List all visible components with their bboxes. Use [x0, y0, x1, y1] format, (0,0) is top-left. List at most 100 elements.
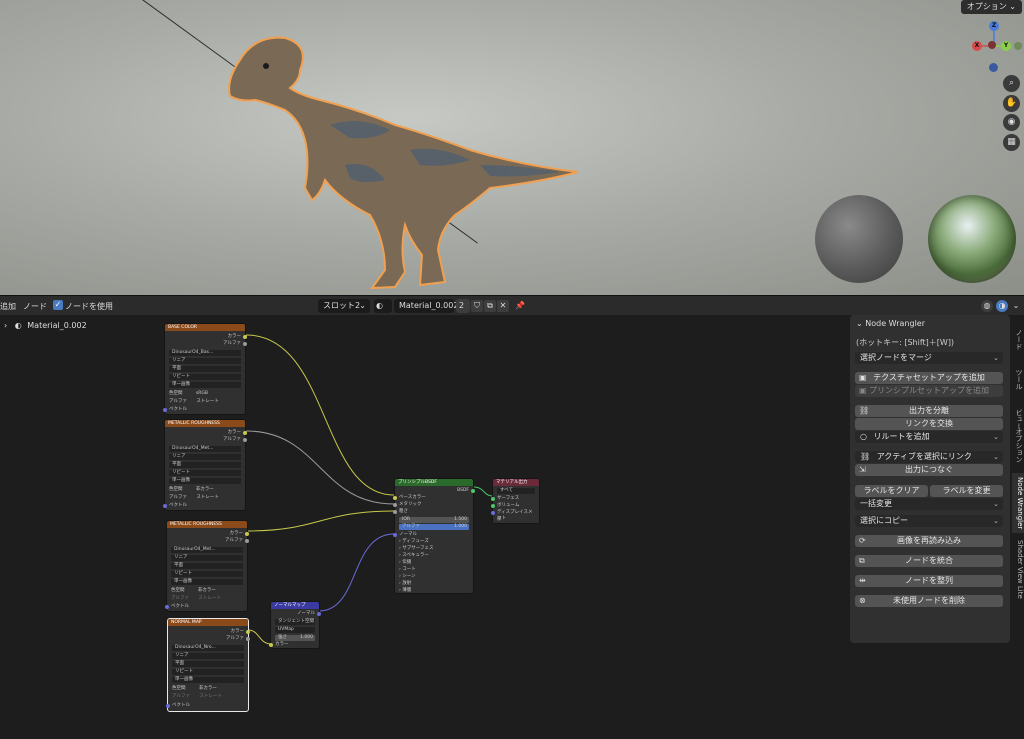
image-selector[interactable]: DinosaurO4_Met... — [171, 547, 243, 553]
node-header[interactable]: ノーマルマップ — [271, 602, 319, 609]
socket-color-out[interactable] — [245, 532, 249, 536]
image-selector[interactable]: DinosaurO4_Bas... — [169, 350, 241, 356]
image-texture-node-metallic[interactable]: METALLIC ROUGHNESS カラー アルファ DinosaurO4_M… — [163, 419, 247, 511]
3d-viewport[interactable]: オプション ⌄ Z X Y ⌕ ✋ ◉ ▦ — [0, 0, 1024, 295]
panel-emission[interactable]: › 放射 — [399, 581, 469, 587]
ortho-grid-icon[interactable]: ▦ — [1003, 134, 1020, 151]
alpha-mode-row[interactable]: アルファ ストレート — [169, 495, 241, 501]
interpolation-dropdown[interactable]: リニア — [169, 358, 241, 364]
node-header[interactable]: NORMAL MAP — [168, 619, 248, 626]
navigation-gizmo[interactable]: Z X Y — [968, 18, 1024, 76]
swap-links-button[interactable]: リンクを交換 — [855, 418, 1003, 430]
pan-hand-icon[interactable]: ✋ — [1003, 95, 1020, 112]
socket-alpha-out[interactable] — [243, 438, 247, 442]
alpha-mode-row[interactable]: アルファ ストレート — [169, 399, 241, 405]
material-output-node[interactable]: マテリアル出力 すべて サーフェス ボリューム ディスプレイスメント 厚 — [491, 478, 540, 524]
socket-color-out[interactable] — [243, 431, 247, 435]
copy-to-selected-dropdown[interactable]: 選択にコピー ⌄ — [855, 515, 1003, 527]
gizmo-negative-z[interactable] — [989, 63, 998, 72]
overlay-toggle-icon[interactable]: ◍ — [981, 300, 993, 312]
socket-base-color-in[interactable] — [393, 496, 397, 500]
source-dropdown[interactable]: 単一画像 — [169, 478, 241, 484]
add-reroute-dropdown[interactable]: ○ リルートを追加 ⌄ — [855, 431, 1003, 443]
interpolation-dropdown[interactable]: リニア — [169, 454, 241, 460]
chevron-down-icon[interactable]: ⌄ — [1010, 300, 1022, 312]
reload-images-button[interactable]: ⟳ 画像を再読み込み — [855, 535, 1003, 547]
image-texture-node-normal[interactable]: NORMAL MAP カラー アルファ DinosaurO4_Nro... リニ… — [166, 618, 250, 712]
socket-vector-in[interactable] — [165, 605, 169, 609]
slot-dropdown[interactable]: スロット2 ⌄ — [318, 299, 370, 313]
tab-options[interactable]: オプション — [1012, 421, 1024, 469]
socket-alpha-out[interactable] — [245, 539, 249, 543]
menu-node[interactable]: ノード — [23, 301, 47, 312]
socket-bsdf-out[interactable] — [471, 489, 475, 493]
panel-transmission[interactable]: › 伝播 — [399, 560, 469, 566]
menu-add[interactable]: 追加 — [0, 301, 16, 312]
principled-bsdf-node[interactable]: プリンシプルBSDF BSDF ベースカラー メタリック 粗さ IOR 1.500… — [393, 478, 475, 594]
user-count-button[interactable]: 2 — [456, 299, 470, 313]
connect-to-output-button[interactable]: ⇲ 出力につなぐ — [855, 464, 1003, 476]
colorspace-row[interactable]: 色空間 非カラー — [169, 487, 241, 493]
alpha-mode-row[interactable]: アルファ ストレート — [172, 694, 244, 700]
image-texture-node-base-color[interactable]: BASE COLOR カラー アルファ DinosaurO4_Bas... リニ… — [163, 323, 247, 415]
duplicate-material-icon[interactable]: ⧉ — [484, 300, 496, 312]
colorspace-row[interactable]: 色空間 sRGB — [169, 391, 241, 397]
socket-surface-in[interactable] — [491, 497, 495, 501]
panel-header[interactable]: ⌄ Node Wrangler — [856, 319, 925, 328]
socket-metallic-in[interactable] — [393, 503, 397, 507]
tab-node[interactable]: ノード — [1012, 321, 1024, 357]
colorspace-row[interactable]: 色空間 非カラー — [171, 588, 243, 594]
tab-shader-view-lite[interactable]: Shader View Lite — [1012, 539, 1024, 599]
uv-map-field[interactable]: UVMap — [275, 627, 315, 633]
split-output-button[interactable]: ⛓ 出力を分離 — [855, 405, 1003, 417]
panel-subsurface[interactable]: › サブサーフェス — [399, 546, 469, 552]
source-dropdown[interactable]: 単一画像 — [169, 382, 241, 388]
colorspace-row[interactable]: 色空間 非カラー — [172, 686, 244, 692]
panel-thin-film[interactable]: › 薄膜 — [399, 588, 469, 594]
material-name-field[interactable]: Material_0.002 — [394, 299, 458, 313]
gizmo-z-axis[interactable]: Z — [989, 21, 999, 31]
socket-alpha-out[interactable] — [243, 342, 247, 346]
shading-toggle-icon[interactable]: ◑ — [996, 300, 1008, 312]
options-dropdown[interactable]: オプション ⌄ — [960, 0, 1022, 14]
source-dropdown[interactable]: 単一画像 — [171, 579, 243, 585]
gizmo-negative-x[interactable] — [988, 41, 996, 49]
projection-dropdown[interactable]: 平面 — [171, 563, 243, 569]
space-dropdown[interactable]: タンジェント空間 — [275, 619, 315, 625]
panel-coat[interactable]: › コート — [399, 567, 469, 573]
merge-nodes-button[interactable]: ⧉ ノードを統合 — [855, 555, 1003, 567]
socket-alpha-out[interactable] — [246, 637, 250, 641]
merge-selected-dropdown[interactable]: 選択ノードをマージ ⌄ — [855, 352, 1003, 364]
add-principled-setup-button[interactable]: ▣ プリンシプルセットアップを追加 — [855, 385, 1003, 397]
extension-dropdown[interactable]: リピート — [171, 571, 243, 577]
alpha-slider[interactable]: アルファ 1.000 — [399, 524, 469, 530]
node-canvas[interactable]: › ◐ Material_0.002 BASE COLOR カラー アルファ D… — [0, 315, 848, 739]
unlink-close-icon[interactable]: ✕ — [497, 300, 509, 312]
socket-vector-in[interactable] — [163, 408, 167, 412]
batch-change-dropdown[interactable]: 一括変更 ⌄ — [855, 498, 1003, 510]
socket-color-in[interactable] — [269, 643, 273, 647]
extension-dropdown[interactable]: リピート — [169, 374, 241, 380]
delete-unused-nodes-button[interactable]: ⊗ 未使用ノードを削除 — [855, 595, 1003, 607]
socket-color-out[interactable] — [246, 630, 250, 634]
target-dropdown[interactable]: すべて — [497, 488, 535, 494]
camera-view-icon[interactable]: ◉ — [1003, 114, 1020, 131]
tab-tool[interactable]: ツール — [1012, 361, 1024, 397]
image-texture-node-roughness[interactable]: METALLIC ROUGHNESS カラー アルファ DinosaurO4_M… — [165, 520, 249, 612]
panel-diffuse[interactable]: › ディフューズ — [399, 539, 469, 545]
add-texture-setup-button[interactable]: ▣ テクスチャセットアップを追加 — [855, 372, 1003, 384]
gizmo-negative-y[interactable] — [1014, 42, 1022, 50]
socket-normal-out[interactable] — [317, 612, 321, 616]
projection-dropdown[interactable]: 平面 — [172, 661, 244, 667]
modify-label-button[interactable]: ラベルを変更 — [930, 485, 1003, 497]
interpolation-dropdown[interactable]: リニア — [172, 653, 244, 659]
fake-user-shield-icon[interactable]: ⛉ — [471, 300, 483, 312]
socket-roughness-in[interactable] — [393, 510, 397, 514]
socket-normal-in[interactable] — [393, 533, 397, 537]
socket-displacement-in[interactable] — [491, 511, 495, 515]
node-header[interactable]: マテリアル出力 — [493, 479, 539, 486]
material-browse-button[interactable]: ◐ — [374, 299, 392, 313]
gizmo-x-axis[interactable]: X — [972, 41, 982, 51]
node-header[interactable]: プリンシプルBSDF — [395, 479, 473, 486]
source-dropdown[interactable]: 単一画像 — [172, 677, 244, 683]
